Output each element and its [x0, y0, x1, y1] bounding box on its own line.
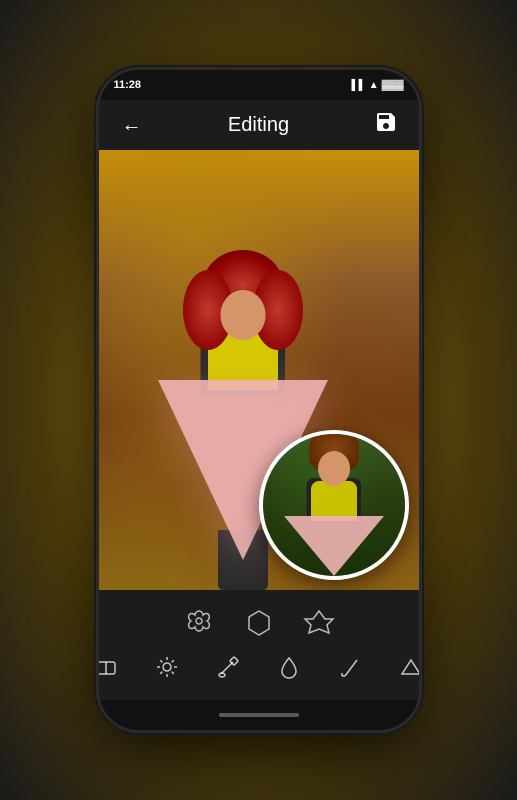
- brush-icon: [215, 654, 241, 686]
- bottom-toolbar: [99, 590, 419, 700]
- brush-button[interactable]: [210, 652, 246, 688]
- flower-shape-button[interactable]: [179, 603, 219, 643]
- save-button[interactable]: [368, 107, 404, 143]
- circle-face: [318, 451, 350, 486]
- water-button[interactable]: [271, 652, 307, 688]
- circle-overlay-photo: [259, 430, 409, 580]
- flower-shape-icon: [183, 607, 215, 639]
- eraser-button[interactable]: [99, 652, 125, 688]
- page-title: Editing: [228, 114, 289, 137]
- face: [220, 290, 265, 340]
- star-shape-button[interactable]: [299, 603, 339, 643]
- app-screen: ← Editing: [99, 100, 419, 700]
- triangle-button[interactable]: [393, 652, 419, 688]
- wifi-icon: ▲: [369, 80, 379, 91]
- hexagon-shape-icon: [243, 607, 275, 639]
- circle-photo-bg: [263, 434, 405, 576]
- back-arrow-icon: ←: [122, 114, 142, 137]
- status-icons: ▌▌ ▲ ▓▓▓: [352, 80, 404, 91]
- brightness-button[interactable]: [149, 652, 185, 688]
- signal-icon: ▌▌: [352, 80, 366, 91]
- circle-skirt: [284, 516, 384, 576]
- circle-shirt: [311, 481, 357, 521]
- photo-area: [99, 150, 419, 590]
- status-time: 11:28: [114, 79, 142, 91]
- home-indicator: [219, 713, 299, 717]
- shape-row: [179, 603, 339, 643]
- hexagon-shape-button[interactable]: [239, 603, 279, 643]
- water-icon: [276, 654, 302, 686]
- person-circle: [289, 430, 379, 576]
- main-photo: [99, 150, 419, 590]
- eraser-icon: [99, 654, 120, 686]
- brightness-icon: [154, 654, 180, 686]
- pencil-button[interactable]: [332, 652, 368, 688]
- phone-device: 11:28 ▌▌ ▲ ▓▓▓ ← Editing: [99, 70, 419, 730]
- pencil-icon: [337, 654, 363, 686]
- app-bar: ← Editing: [99, 100, 419, 150]
- status-bar: 11:28 ▌▌ ▲ ▓▓▓: [99, 70, 419, 100]
- phone-top-bezel: 11:28 ▌▌ ▲ ▓▓▓: [99, 70, 419, 100]
- triangle-icon: [398, 654, 419, 686]
- phone-bottom-bezel: [99, 700, 419, 730]
- back-button[interactable]: ←: [114, 107, 150, 143]
- tool-row: [99, 652, 419, 688]
- save-icon: [374, 110, 398, 140]
- star-shape-icon: [303, 607, 335, 639]
- battery-icon: ▓▓▓: [382, 80, 404, 91]
